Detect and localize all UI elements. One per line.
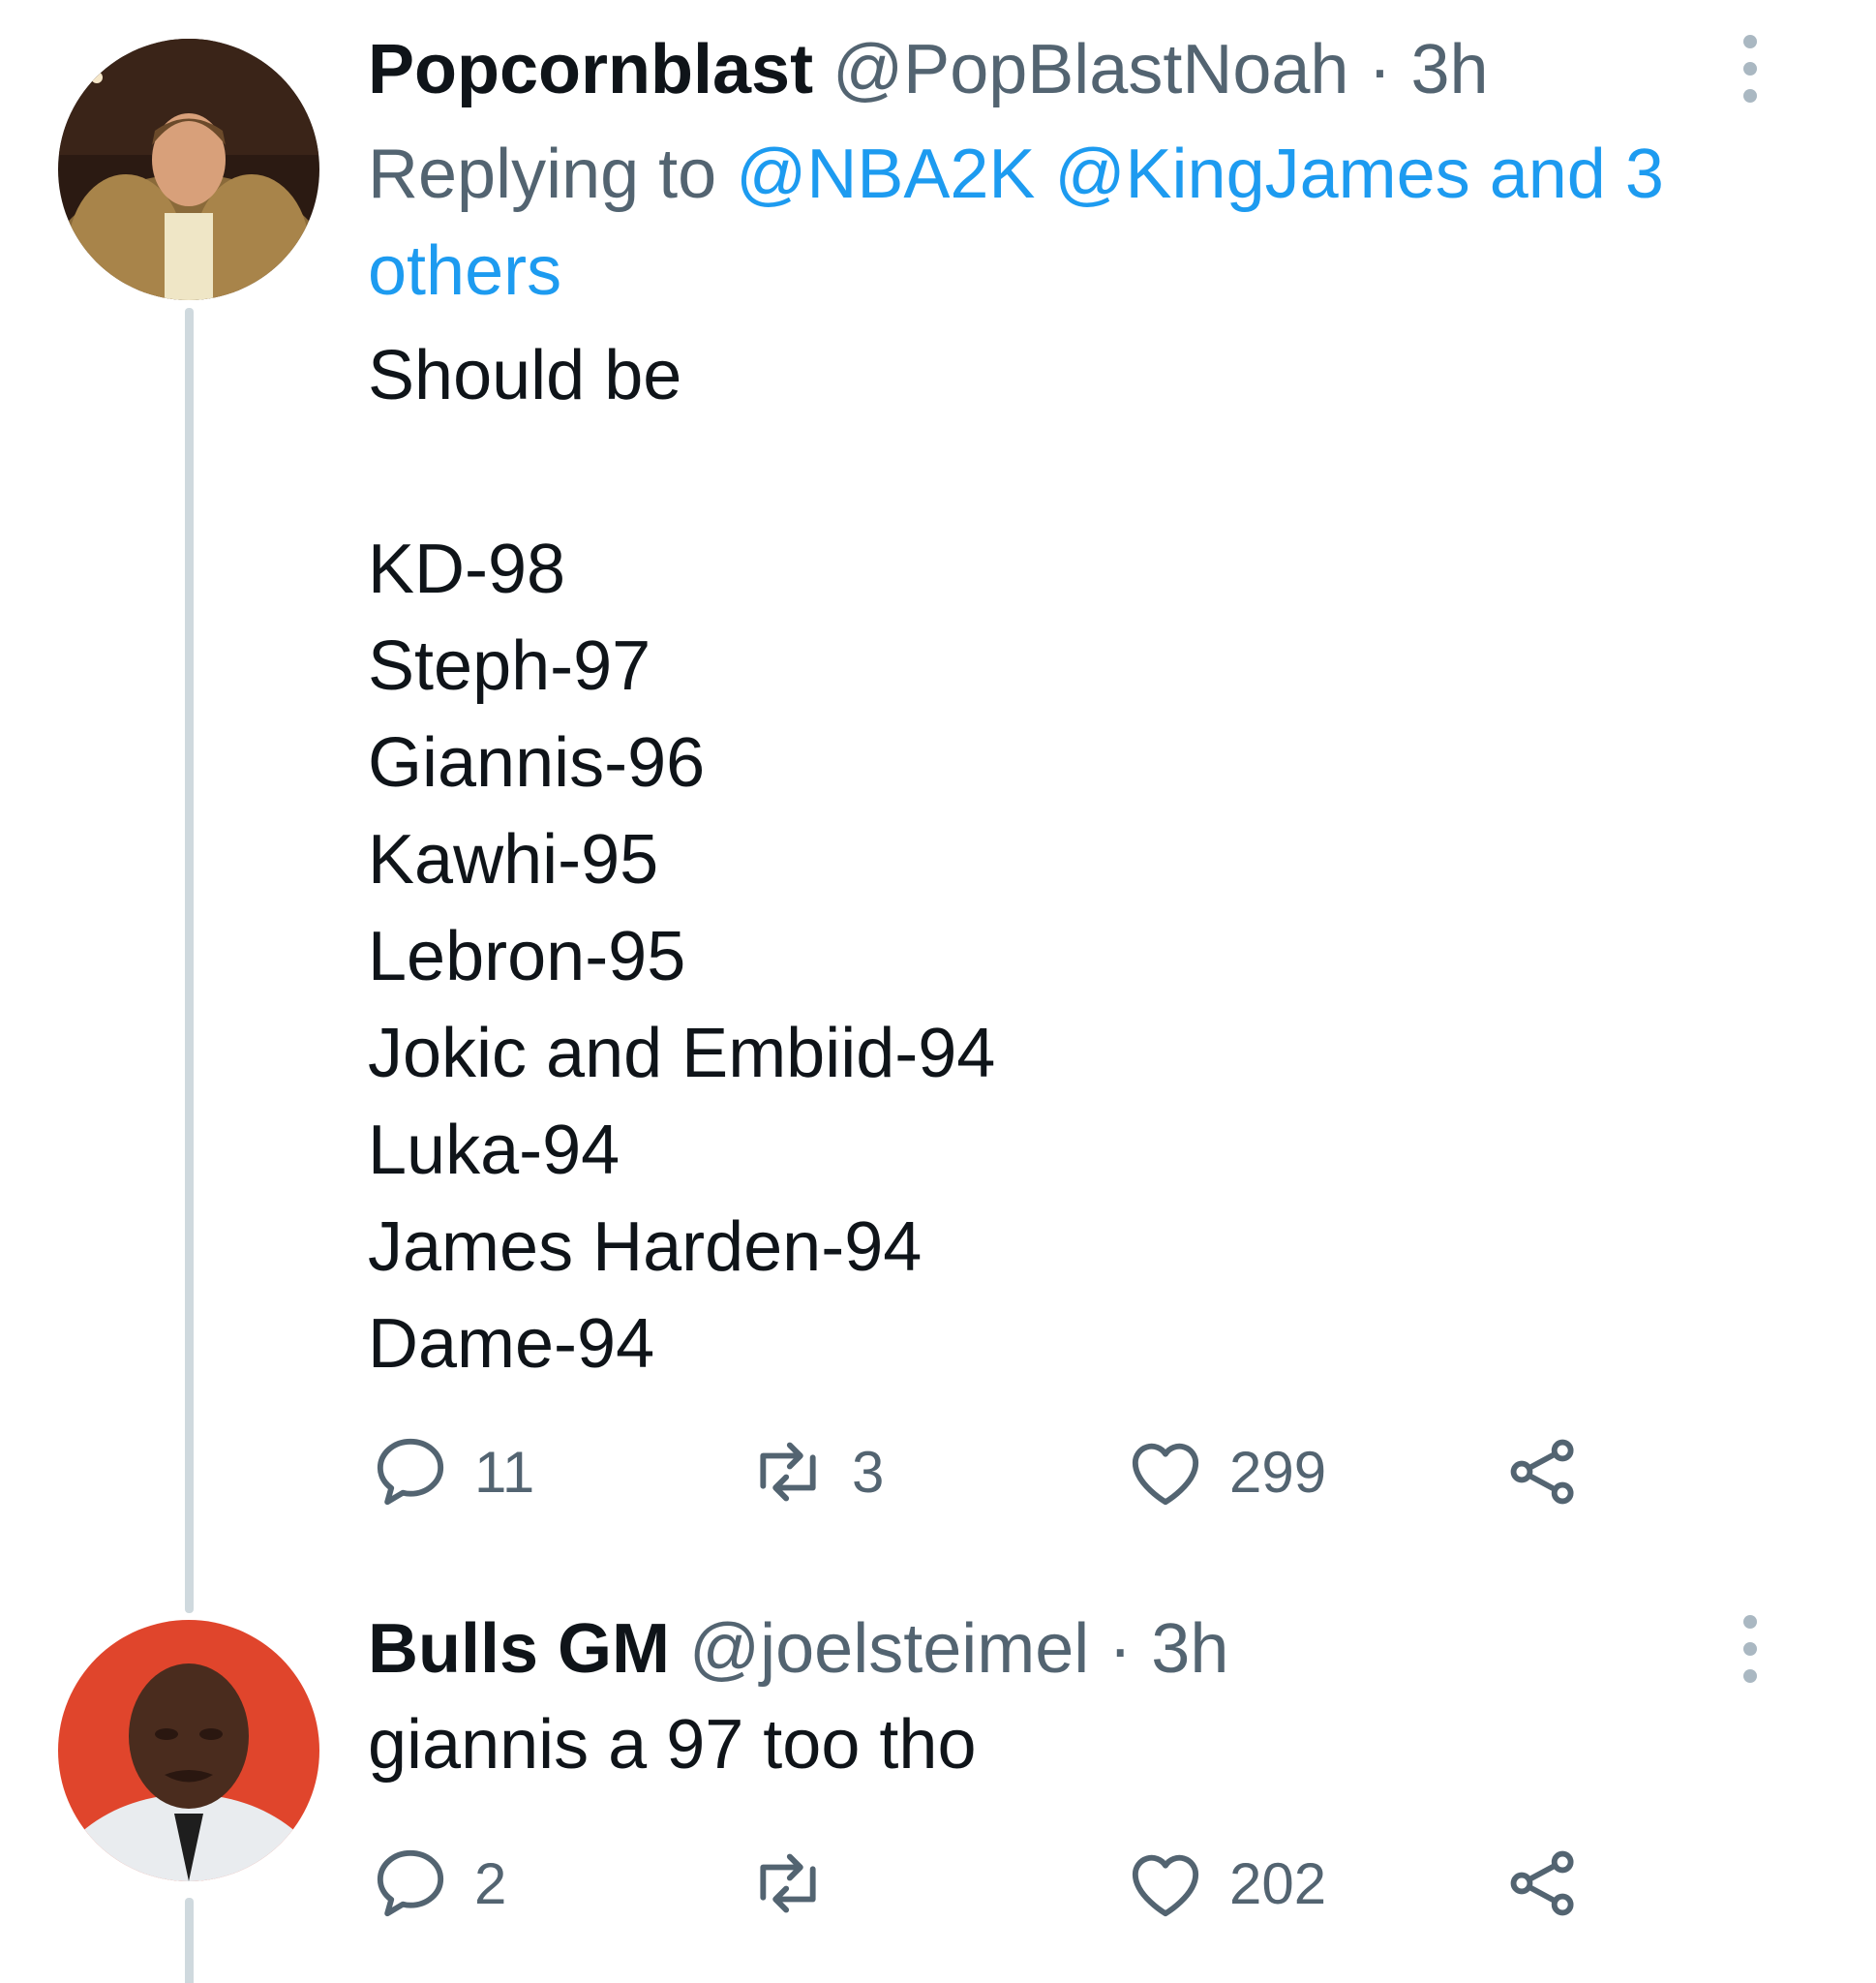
separator-dot: · [1108, 1610, 1133, 1688]
display-name[interactable]: Popcornblast [368, 31, 813, 108]
reply-icon [377, 1849, 444, 1917]
reply-icon [377, 1438, 444, 1506]
heart-icon [1132, 1443, 1199, 1506]
reply-button[interactable]: 2 [368, 1840, 506, 1927]
like-button[interactable]: 202 [1123, 1840, 1326, 1927]
tweet-text: Should be KD-98 Steph-97 Giannis-96 Kawh… [368, 327, 995, 1392]
tweet-text-line: Lebron-95 [368, 918, 686, 995]
tweet-header: Bulls GM @joelsteimel · 3h [368, 1605, 1770, 1693]
retweet-count: 3 [852, 1439, 885, 1505]
avatar[interactable] [58, 1620, 319, 1881]
more-options-icon[interactable] [1740, 1615, 1760, 1683]
timestamp[interactable]: 3h [1151, 1610, 1228, 1688]
retweet-button[interactable]: 3 [745, 1428, 884, 1515]
tweet-text-line: Steph-97 [368, 627, 651, 705]
like-button[interactable]: 299 [1123, 1428, 1326, 1515]
retweet-button[interactable] [745, 1840, 852, 1927]
avatar-image [58, 1620, 319, 1881]
share-button[interactable] [1500, 1428, 1586, 1515]
share-icon [1510, 1439, 1574, 1505]
retweet-icon [760, 1442, 816, 1502]
tweet-text-line: Luka-94 [368, 1112, 620, 1189]
replying-prefix: Replying to [368, 136, 717, 213]
display-name[interactable]: Bulls GM [368, 1610, 670, 1688]
tweet-text-line: KD-98 [368, 531, 566, 608]
share-button[interactable] [1500, 1840, 1586, 1927]
tweet-thread: Popcornblast @PopBlastNoah · 3h Replying… [0, 0, 1876, 1983]
tweet-text: giannis a 97 too tho [368, 1706, 977, 1784]
more-options-icon[interactable] [1740, 35, 1760, 103]
timestamp[interactable]: 3h [1410, 31, 1488, 108]
avatar[interactable] [58, 39, 319, 300]
reply-count: 2 [474, 1850, 507, 1916]
user-handle[interactable]: @joelsteimel [689, 1610, 1089, 1688]
tweet-text-line: Dame-94 [368, 1305, 655, 1383]
separator-dot: · [1368, 31, 1392, 108]
tweet-text-line: Jokic and Embiid-94 [368, 1015, 996, 1092]
avatar-image [58, 39, 319, 300]
tweet-text-line: Kawhi-95 [368, 821, 659, 899]
thread-connector-line [185, 1898, 194, 1983]
share-icon [1510, 1850, 1574, 1916]
like-count: 202 [1229, 1850, 1327, 1916]
tweet-actions: 2 202 [368, 1840, 1626, 1927]
thread-connector-line [185, 308, 194, 1613]
tweet-text-line: Should be [368, 337, 682, 414]
tweet-header: Popcornblast @PopBlastNoah · 3h [368, 26, 1770, 113]
replying-to: Replying to @NBA2K @KingJames and 3 othe… [368, 126, 1723, 320]
tweet-text-line: James Harden-94 [368, 1208, 923, 1286]
tweet-text-blank-line [368, 424, 995, 521]
like-count: 299 [1229, 1439, 1327, 1505]
tweet-text-line: Giannis-96 [368, 724, 706, 802]
retweet-icon [760, 1853, 816, 1913]
reply-button[interactable]: 11 [368, 1428, 534, 1515]
user-handle[interactable]: @PopBlastNoah [832, 31, 1348, 108]
tweet-actions: 11 3 299 [368, 1428, 1626, 1515]
heart-icon [1132, 1854, 1199, 1917]
reply-count: 11 [474, 1439, 535, 1505]
